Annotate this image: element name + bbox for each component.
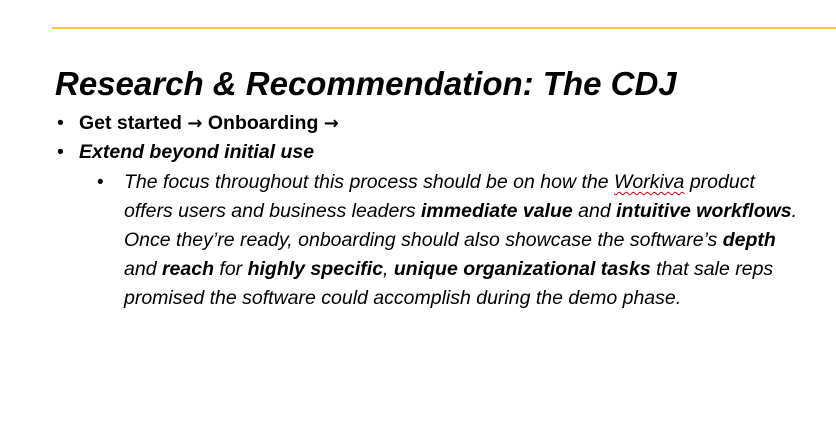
bullet-get-started: • Get started → Onboarding → xyxy=(57,110,339,137)
emphasis-highly-specific: highly specific xyxy=(247,258,384,280)
bullet-text-extend-beyond: Extend beyond initial use xyxy=(79,141,315,163)
bullet-text-onboarding: Onboarding xyxy=(202,112,324,134)
slide-title: Research & Recommendation: The CDJ xyxy=(55,65,677,102)
text-segment: and xyxy=(124,258,162,280)
bullet-extend-beyond: • Extend beyond initial use xyxy=(57,139,314,165)
bullet-marker: • xyxy=(57,112,64,134)
emphasis-intuitive-workflows: intuitive workflows xyxy=(616,200,792,222)
text-segment: , xyxy=(383,258,394,280)
emphasis-reach: reach xyxy=(161,258,214,280)
sub-bullet-marker: • xyxy=(97,172,104,193)
sub-bullet-paragraph: The focus throughout this process should… xyxy=(124,168,804,313)
emphasis-immediate-value: immediate value xyxy=(421,200,573,222)
arrow-right-icon: → xyxy=(187,113,203,134)
spellcheck-flagged-word[interactable]: Workiva xyxy=(614,171,684,193)
text-segment: The focus throughout this process should… xyxy=(124,171,614,193)
top-accent-rule xyxy=(52,27,836,29)
text-segment: and xyxy=(572,200,617,222)
bullet-text-get-started: Get started xyxy=(79,112,188,134)
bullet-marker: • xyxy=(57,141,64,163)
emphasis-unique-tasks: unique organizational tasks xyxy=(393,258,651,280)
arrow-right-icon: → xyxy=(323,113,339,134)
emphasis-depth: depth xyxy=(722,229,776,251)
text-segment: for xyxy=(214,258,248,280)
